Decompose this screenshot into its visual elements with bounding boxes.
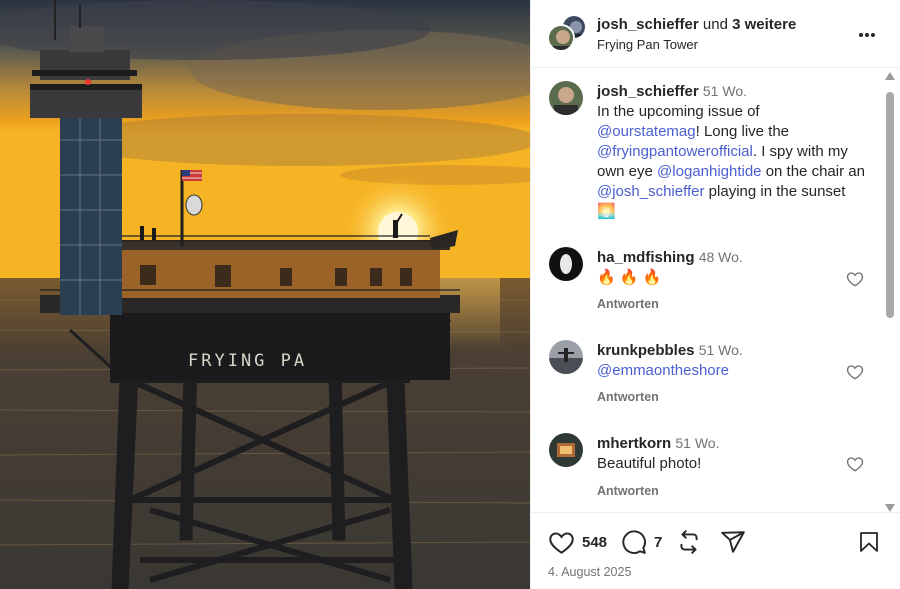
like-button[interactable]: 548 [548,529,607,555]
coauthor-joiner: und [702,16,728,33]
comment-item: ha_mdfishing 48 Wo. 🔥 🔥 🔥 Antworten [549,247,869,317]
repost-icon[interactable] [676,529,702,555]
share-icon[interactable] [720,529,746,555]
caption-part: on the chair an [761,163,865,180]
caption-text: josh_schieffer 51 Wo. In the upcoming is… [597,81,865,222]
comment-button[interactable]: 7 [621,529,662,555]
comment-icon[interactable] [621,529,647,555]
comments-list: josh_schieffer 51 Wo. In the upcoming is… [531,69,881,512]
reply-button[interactable]: Antworten [597,390,659,404]
sunrise-emoji: 🌅 [597,203,616,220]
comment-username[interactable]: mhertkorn [597,435,671,452]
comment-mention-link[interactable]: @emmaontheshore [597,362,729,379]
post-location[interactable]: Frying Pan Tower [597,37,698,52]
mention-link[interactable]: @ourstatemag [597,123,696,140]
comment-item: mhertkorn 51 Wo. Beautiful photo! Antwor… [549,433,869,503]
caption-part: ! Long live the [695,123,790,140]
like-count[interactable]: 548 [582,534,607,551]
commenter-avatar[interactable] [549,433,583,467]
comment-content: Beautiful photo! [597,455,702,472]
more-options-icon[interactable] [859,24,881,44]
bookmark-icon[interactable] [857,529,881,555]
post-caption: josh_schieffer 51 Wo. In the upcoming is… [549,81,869,226]
caption-part: playing in the sunset [704,183,846,200]
caption-part: In the upcoming issue of [597,103,760,120]
comment-time[interactable]: 51 Wo. [675,435,719,451]
author-username[interactable]: josh_schieffer [597,16,699,33]
frying-pan-tower-sunset-image: FRYING PA [0,0,530,589]
caption-time[interactable]: 51 Wo. [703,83,747,99]
tower-sign-text: FRYING PA [188,351,307,371]
comment-count[interactable]: 7 [654,534,662,551]
heart-icon[interactable] [548,529,575,556]
post-photo[interactable]: FRYING PA [0,0,530,589]
coauthors-count[interactable]: 3 weitere [732,16,796,33]
reply-button[interactable]: Antworten [597,297,659,311]
author-line: josh_schieffer und 3 weitere [597,16,796,33]
save-button[interactable] [857,529,881,555]
repost-button[interactable] [676,529,702,555]
post-header: josh_schieffer und 3 weitere Frying Pan … [531,0,900,68]
mention-link[interactable]: @loganhightide [657,163,761,180]
comment-username[interactable]: krunkpebbles [597,342,695,359]
comment-text: mhertkorn 51 Wo. Beautiful photo! [597,433,865,474]
scroll-thumb[interactable] [886,92,894,318]
comment-like-heart-icon[interactable] [846,363,864,381]
comment-item: krunkpebbles 51 Wo. @emmaontheshore Antw… [549,340,869,410]
mention-link[interactable]: @fryingpantowerofficial [597,143,753,160]
commenter-avatar[interactable] [549,340,583,374]
reply-button[interactable]: Antworten [597,484,659,498]
author-avatars[interactable] [547,14,587,54]
post-actions: 548 7 4. August 2025 [531,512,900,589]
commenter-avatar[interactable] [549,247,583,281]
caption-avatar[interactable] [549,81,583,115]
scroll-up-icon[interactable] [885,72,895,80]
share-button[interactable] [720,529,746,555]
comments-scrollbar[interactable] [883,72,897,512]
author-avatar[interactable] [547,24,575,52]
comment-time[interactable]: 48 Wo. [699,249,743,265]
comment-time[interactable]: 51 Wo. [699,342,743,358]
comment-username[interactable]: ha_mdfishing [597,249,695,266]
comment-like-heart-icon[interactable] [846,270,864,288]
scroll-down-icon[interactable] [885,504,895,512]
mention-link[interactable]: @josh_schieffer [597,183,705,200]
comment-content: 🔥 🔥 🔥 [597,269,662,286]
caption-username[interactable]: josh_schieffer [597,83,699,100]
comment-like-heart-icon[interactable] [846,455,864,473]
post-side-panel: josh_schieffer und 3 weitere Frying Pan … [530,0,900,589]
comment-text: ha_mdfishing 48 Wo. 🔥 🔥 🔥 [597,247,865,288]
comment-text: krunkpebbles 51 Wo. @emmaontheshore [597,340,865,381]
post-date[interactable]: 4. August 2025 [548,565,631,579]
